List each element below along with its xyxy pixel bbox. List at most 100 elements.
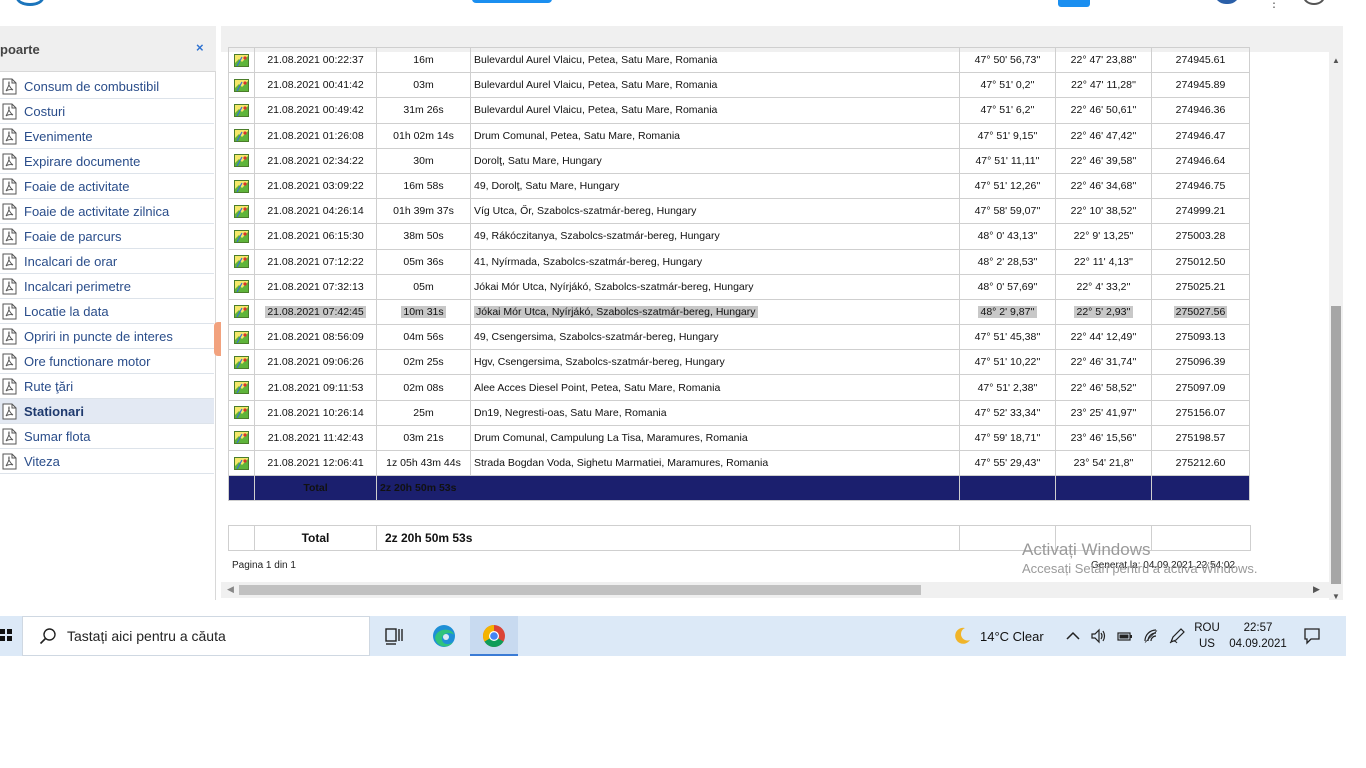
map-icon-cell[interactable] [228, 424, 255, 452]
table-row[interactable]: 21.08.2021 02:34:22 30m Dorolţ, Satu Mare,… [228, 147, 1250, 174]
more-icon[interactable]: ⋮ [1268, 0, 1280, 10]
map-icon[interactable] [234, 103, 249, 117]
row-duration: 05m [376, 273, 471, 300]
chevron-up-icon[interactable] [1064, 627, 1082, 645]
map-icon-cell[interactable] [228, 248, 255, 275]
table-row[interactable]: 21.08.2021 07:12:22 05m 36s 41, Nyírmada, … [228, 248, 1250, 275]
table-row[interactable]: 21.08.2021 11:42:43 03m 21s Drum Comunal, … [228, 424, 1250, 452]
map-icon[interactable] [234, 229, 249, 243]
map-icon-cell[interactable] [228, 147, 255, 174]
map-icon[interactable] [234, 179, 249, 193]
scroll-left-icon[interactable]: ◀ [227, 584, 234, 595]
table-row[interactable]: 21.08.2021 06:15:30 38m 50s 49, Rákóczitan… [228, 223, 1250, 250]
report-item[interactable]: Evenimente [0, 124, 214, 149]
report-item[interactable]: Rute ţări [0, 374, 214, 399]
map-icon[interactable] [234, 431, 249, 445]
speaker-icon[interactable] [1090, 627, 1108, 645]
report-item[interactable]: Ore functionare motor [0, 349, 214, 374]
report-item[interactable]: Opriri in puncte de interes [0, 324, 214, 349]
table-row[interactable]: 21.08.2021 00:22:37 16m Bulevardul Aurel V… [228, 46, 1250, 74]
map-icon-cell[interactable] [228, 374, 255, 401]
vertical-scrollbar[interactable]: ▲ ▼ [1329, 52, 1343, 600]
notification-icon[interactable] [1302, 626, 1322, 646]
user-icon[interactable] [1214, 0, 1240, 4]
horizontal-scrollbar[interactable]: ◀ ▶ [221, 582, 1329, 598]
header-action-button[interactable] [472, 0, 552, 3]
map-icon-cell[interactable] [228, 46, 255, 74]
report-item[interactable]: Expirare documente [0, 149, 214, 174]
scroll-right-icon[interactable]: ▶ [1313, 584, 1320, 595]
start-button[interactable] [0, 616, 22, 656]
map-icon-cell[interactable] [228, 122, 255, 149]
map-icon-cell[interactable] [228, 349, 255, 376]
report-item[interactable]: Incalcari perimetre [0, 274, 214, 299]
map-icon[interactable] [234, 255, 249, 269]
map-icon-cell[interactable] [228, 198, 255, 225]
map-icon-cell[interactable] [228, 97, 255, 124]
scroll-up-icon[interactable]: ▲ [1332, 56, 1340, 65]
taskbar-search[interactable]: Tastați aici pentru a căuta [22, 616, 370, 656]
weather-widget[interactable]: 14°C Clear [952, 616, 1044, 656]
map-icon[interactable] [234, 406, 249, 420]
close-icon[interactable]: × [196, 40, 204, 55]
report-item[interactable]: Foaie de parcurs [0, 224, 214, 249]
chrome-taskbar-button[interactable] [470, 616, 518, 656]
map-icon-cell[interactable] [228, 72, 255, 99]
report-item[interactable]: Viteza [0, 449, 214, 474]
edge-browser-icon[interactable] [428, 622, 460, 650]
table-row[interactable]: 21.08.2021 00:41:42 03m Bulevardul Aurel V… [228, 72, 1250, 99]
map-icon-cell[interactable] [228, 449, 255, 477]
map-icon-cell[interactable] [228, 273, 255, 300]
report-item[interactable]: Foaie de activitate [0, 174, 214, 199]
table-row[interactable]: 21.08.2021 08:56:09 04m 56s 49, Csengersim… [228, 324, 1250, 351]
vertical-scroll-thumb[interactable] [1331, 306, 1341, 584]
report-item[interactable]: Costuri [0, 99, 214, 124]
report-item[interactable]: Consum de combustibil [0, 74, 214, 99]
map-icon[interactable] [234, 305, 249, 319]
table-row[interactable]: 21.08.2021 10:26:14 25m Dn19, Negresti-oas… [228, 399, 1250, 426]
report-item[interactable]: Foaie de activitate zilnica [0, 199, 214, 224]
report-item[interactable]: Sumar flota [0, 424, 214, 449]
map-icon[interactable] [234, 355, 249, 369]
table-row[interactable]: 21.08.2021 07:42:45 10m 31s Jókai Mór Utca… [228, 298, 1250, 326]
map-icon[interactable] [234, 78, 249, 92]
map-icon[interactable] [234, 456, 249, 470]
pen-icon[interactable] [1168, 627, 1186, 645]
task-view-icon[interactable] [380, 624, 408, 648]
table-row[interactable]: 21.08.2021 09:11:53 02m 08s Alee Acces Die… [228, 374, 1250, 401]
map-icon[interactable] [234, 280, 249, 294]
clock[interactable]: 22:57 04.09.2021 [1228, 620, 1288, 652]
wifi-icon[interactable] [1142, 627, 1160, 645]
language-indicator[interactable]: ROU US [1192, 620, 1222, 652]
report-item[interactable]: Incalcari de orar [0, 249, 214, 274]
table-row[interactable]: 21.08.2021 01:26:08 01h 02m 14s Drum Comun… [228, 122, 1250, 149]
map-icon[interactable] [234, 204, 249, 218]
table-row[interactable]: 21.08.2021 12:06:41 1z 05h 43m 44s Strada … [228, 449, 1250, 477]
scroll-down-icon[interactable]: ▼ [1332, 592, 1340, 600]
row-longitude-text: 22° 4' 33,2'' [1076, 280, 1131, 293]
table-row[interactable]: 21.08.2021 03:09:22 16m 58s 49, Dorolţ, Sa… [228, 172, 1250, 200]
header-badge[interactable] [1058, 0, 1090, 7]
map-icon-cell[interactable] [228, 324, 255, 351]
map-icon[interactable] [234, 330, 249, 344]
map-icon[interactable] [234, 129, 249, 143]
help-icon[interactable] [1303, 0, 1325, 5]
panel-collapse-handle[interactable] [214, 322, 221, 356]
table-row[interactable]: 21.08.2021 07:32:13 05m Jókai Mór Utca, Ny… [228, 273, 1250, 300]
map-icon-cell[interactable] [228, 172, 255, 200]
map-icon-cell[interactable] [228, 399, 255, 426]
table-row[interactable]: 21.08.2021 09:06:26 02m 25s Hgv, Csengersi… [228, 349, 1250, 376]
report-item[interactable]: Stationari [0, 399, 214, 424]
map-icon[interactable] [234, 53, 249, 67]
row-odometer-text: 275198.57 [1175, 431, 1226, 444]
report-item-label: Rute ţări [24, 378, 74, 394]
horizontal-scroll-thumb[interactable] [239, 585, 921, 595]
map-icon[interactable] [234, 381, 249, 395]
map-icon-cell[interactable] [228, 223, 255, 250]
report-item[interactable]: Locatie la data [0, 299, 214, 324]
battery-icon[interactable] [1116, 627, 1134, 645]
map-icon-cell[interactable] [228, 298, 255, 326]
table-row[interactable]: 21.08.2021 04:26:14 01h 39m 37s Víg Utca, … [228, 198, 1250, 225]
table-row[interactable]: 21.08.2021 00:49:42 31m 26s Bulevardul Aur… [228, 97, 1250, 124]
map-icon[interactable] [234, 154, 249, 168]
